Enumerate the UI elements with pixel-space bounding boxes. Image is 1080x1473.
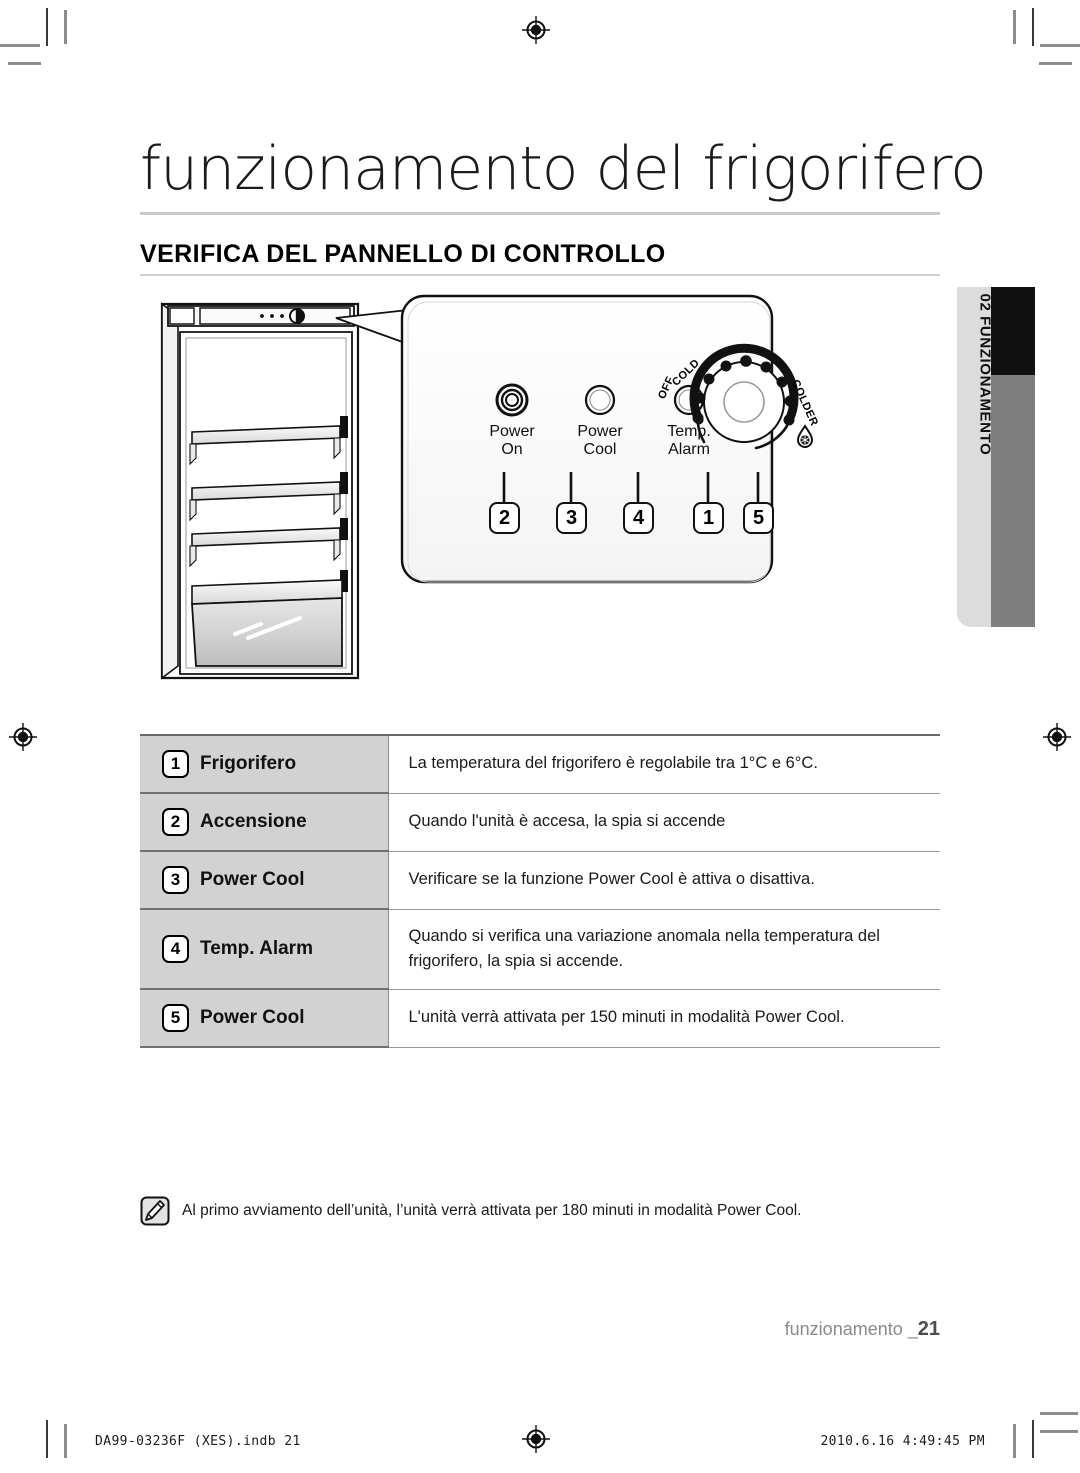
section-title-rule: [140, 274, 940, 276]
crop-mark-right-lower: [1040, 1430, 1078, 1433]
control-panel-table: 1 Frigorifero La temperatura del frigori…: [140, 734, 940, 1049]
panel-dot-1: [260, 314, 264, 318]
table-row: 2 Accensione Quando l'unità è accesa, la…: [140, 793, 940, 852]
crop-mark-top-right-vertical-2: [1013, 10, 1016, 44]
indicator-label-line2: Cool: [583, 441, 617, 459]
section-title: VERIFICA DEL PANNELLO DI CONTROLLO: [140, 240, 666, 268]
row-badge: 5: [162, 1004, 189, 1033]
chapter-side-tab: 02 FUNZIONAMENTO: [957, 287, 1035, 627]
callout-badge-4[interactable]: 4: [623, 502, 654, 534]
print-footer-right: 2010.6.16 4:49:45 PM: [820, 1434, 985, 1449]
page-number: funzionamento _21: [640, 1318, 940, 1341]
indicator-label-line2: On: [501, 441, 523, 459]
registration-mark-left-middle: [9, 723, 37, 751]
row-badge: 4: [162, 935, 189, 964]
row-badge: 1: [162, 750, 189, 778]
crop-mark-bottom-left-vertical: [46, 1420, 48, 1458]
table-cell-label: 1 Frigorifero: [140, 734, 388, 794]
note-text: Al primo avviamento dell’unità, l’unità …: [182, 1202, 802, 1219]
indicator-label-line1: Power: [577, 423, 623, 440]
table-row: 1 Frigorifero La temperatura del frigori…: [140, 734, 940, 794]
registration-mark-top-center: [522, 16, 550, 44]
fridge-crisper-drawer: [191, 579, 343, 667]
chapter-title-rule: [140, 212, 940, 215]
table-row: 4 Temp. Alarm Quando si verifica una var…: [140, 909, 940, 991]
crop-mark-top-right-horizontal-2: [1039, 62, 1072, 65]
row-label: Temp. Alarm: [200, 938, 313, 960]
temperature-dial[interactable]: OFF COLD COLDER: [652, 342, 832, 472]
table-cell-label: 3 Power Cool: [140, 851, 388, 910]
note-pen-icon: [140, 1196, 170, 1226]
indicator-label-line1: Power: [489, 423, 535, 440]
note-block: Al primo avviamento dell’unità, l’unità …: [140, 1196, 940, 1226]
control-panel-illustration: Power On Power Cool Temp. Alarm OFF COLD…: [140, 286, 940, 686]
callout-badge-3[interactable]: 3: [556, 502, 587, 534]
snowflake-droplet-icon: [796, 424, 814, 448]
crop-mark-top-right-vertical: [1032, 8, 1034, 46]
power-on-led-icon: [495, 383, 529, 417]
crop-mark-top-left-vertical-2: [64, 10, 67, 44]
crop-mark-top-right-horizontal: [1040, 44, 1080, 47]
power-cool-led-icon: [584, 384, 616, 416]
side-tab-black-block: [991, 287, 1035, 375]
table-cell-label: 2 Accensione: [140, 793, 388, 852]
indicator-power-cool[interactable]: Power Cool: [564, 382, 636, 460]
table-cell-description: Quando si verifica una variazione anomal…: [387, 909, 940, 990]
crop-mark-top-left-horizontal: [0, 44, 40, 47]
row-badge: 2: [162, 808, 189, 836]
panel-dot-3: [280, 314, 284, 318]
page-number-value: 21: [917, 1318, 940, 1340]
table-cell-description: Quando l'unità è accesa, la spia si acce…: [387, 793, 940, 852]
crop-mark-bottom-right-vertical-2: [1013, 1424, 1016, 1458]
table-cell-label: 5 Power Cool: [140, 989, 388, 1049]
callout-group: 2 3 4 1 5: [476, 472, 776, 552]
callout-badge-5[interactable]: 5: [743, 502, 774, 534]
side-tab-grey-block: [991, 375, 1035, 627]
table-cell-description: L'unità verrà attivata per 150 minuti in…: [387, 989, 940, 1048]
registration-mark-bottom-center: [522, 1425, 550, 1453]
table-row: 3 Power Cool Verificare se la funzione P…: [140, 851, 940, 910]
row-label: Frigorifero: [200, 753, 297, 774]
callout-badge-1[interactable]: 1: [693, 502, 724, 534]
table-cell-label: 4 Temp. Alarm: [140, 909, 388, 991]
row-label: Accensione: [200, 811, 307, 832]
panel-dot-2: [270, 314, 274, 318]
table-cell-description: La temperatura del frigorifero è regolab…: [387, 734, 940, 794]
callout-badge-2[interactable]: 2: [489, 502, 520, 534]
refrigerator-drawing: [160, 302, 360, 680]
side-tab-label: 02 FUNZIONAMENTO: [976, 293, 994, 456]
page-number-label: funzionamento _: [784, 1319, 918, 1339]
registration-mark-right-middle: [1043, 723, 1071, 751]
crop-mark-right-upper: [1040, 1412, 1078, 1415]
row-badge: 3: [162, 866, 189, 894]
chapter-title: funzionamento del frigorifero: [140, 134, 987, 204]
crop-mark-top-left-horizontal-2: [8, 62, 41, 65]
manual-page: funzionamento del frigorifero VERIFICA D…: [0, 0, 1080, 1473]
row-label: Power Cool: [200, 1007, 305, 1029]
table-cell-description: Verificare se la funzione Power Cool è a…: [387, 851, 940, 910]
callout-leader-lines: [502, 472, 760, 502]
table-row: 5 Power Cool L'unità verrà attivata per …: [140, 989, 940, 1049]
print-footer-left: DA99-03236F (XES).indb 21: [95, 1434, 301, 1449]
row-label: Power Cool: [200, 869, 305, 890]
indicator-power-on[interactable]: Power On: [476, 382, 548, 460]
crop-mark-top-left-vertical: [46, 8, 48, 46]
crop-mark-bottom-left-vertical-2: [64, 1424, 67, 1458]
crop-mark-bottom-right-vertical: [1032, 1420, 1034, 1458]
